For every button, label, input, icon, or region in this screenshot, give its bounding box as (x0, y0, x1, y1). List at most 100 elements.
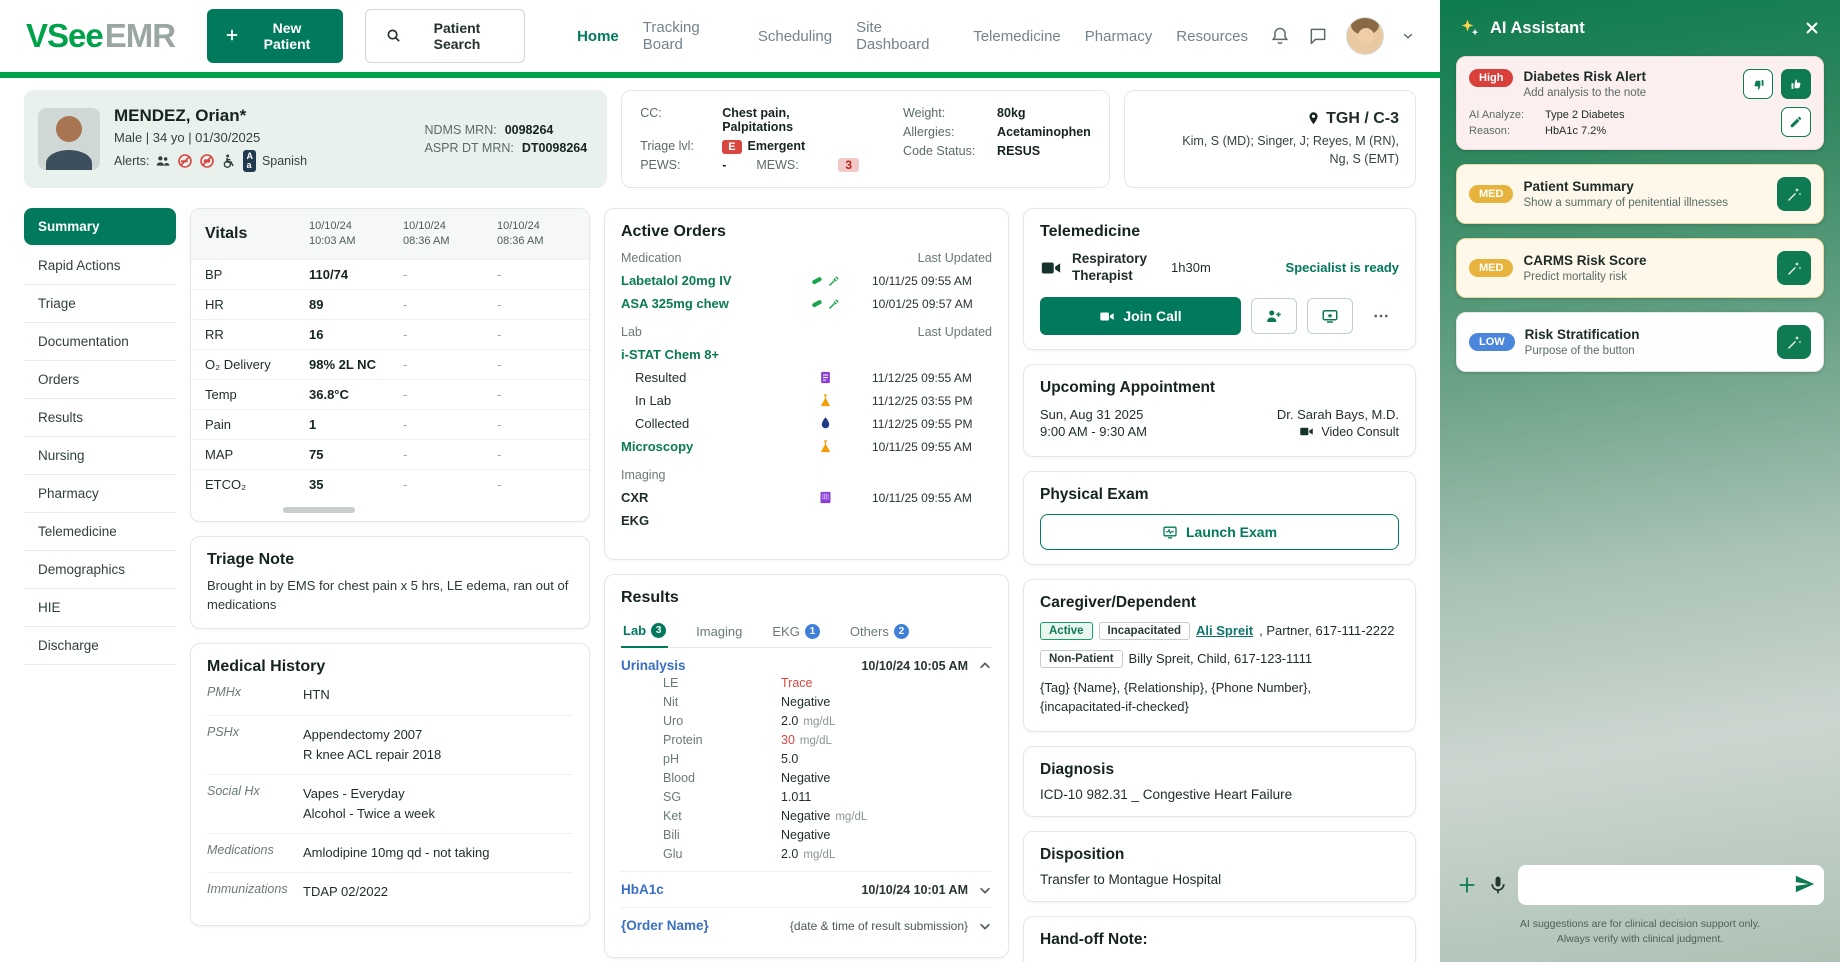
chevron-down-icon[interactable] (978, 883, 992, 897)
vitals-row-etco2: ETCO₂ 35- - (191, 468, 589, 499)
order-row-labetalol: Labetalol 20mg IV 10/11/25 09:55 AM (621, 273, 972, 288)
chevron-down-icon[interactable] (978, 919, 992, 933)
notifications-bell-icon[interactable] (1270, 26, 1290, 46)
triage-value: Emergent (747, 139, 806, 153)
appointment-provider: Dr. Sarah Bays, M.D. Video Consult (1277, 405, 1399, 442)
sidebar-item-results[interactable]: Results (24, 399, 176, 437)
sidebar-item-rapid-actions[interactable]: Rapid Actions (24, 247, 176, 285)
ai-panel-bottom: AI suggestions are for clinical decision… (1440, 855, 1840, 962)
order-link[interactable]: Labetalol 20mg IV (621, 273, 779, 288)
screen-share-button[interactable] (1307, 297, 1353, 334)
physical-exam-card: Physical Exam Launch Exam (1023, 470, 1416, 565)
order-row-cxr: CXR 10/11/25 09:55 AM (621, 490, 972, 505)
ai-chat-input[interactable] (1518, 864, 1824, 905)
history-row-pshx: PSHx Appendectomy 2007 R knee ACL repair … (207, 716, 573, 775)
order-link[interactable]: i-STAT Chem 8+ (621, 347, 779, 362)
appointment-time: 9:00 AM - 9:30 AM (1040, 423, 1147, 439)
sidebar-item-documentation[interactable]: Documentation (24, 323, 176, 361)
vitals-column-3: 10/10/24 08:36 AM (497, 220, 544, 247)
caregiver-row-2: Non-Patient Billy Spreit, Child, 617-123… (1040, 649, 1399, 668)
join-call-label: Join Call (1123, 307, 1182, 324)
telemedicine-title: Telemedicine (1040, 223, 1141, 240)
medication-icon (779, 296, 872, 311)
sidebar-item-nursing[interactable]: Nursing (24, 437, 176, 475)
sidebar-item-pharmacy[interactable]: Pharmacy (24, 475, 176, 513)
chat-icon[interactable] (1308, 26, 1328, 46)
add-attachment-button[interactable] (1456, 874, 1478, 896)
sidebar-item-triage[interactable]: Triage (24, 285, 176, 323)
sidebar-item-orders[interactable]: Orders (24, 361, 176, 399)
order-link[interactable]: Microscopy (621, 439, 779, 454)
vitals-row-o2: O₂ Delivery 98% 2L NC - - (191, 348, 589, 379)
user-avatar[interactable] (1346, 17, 1384, 55)
tab-ekg[interactable]: EKG 1 (770, 615, 821, 647)
nav-link-pharmacy[interactable]: Pharmacy (1085, 28, 1153, 45)
patient-identity-card: MENDEZ, Orian* Male | 34 yo | 01/30/2025… (24, 90, 608, 188)
result-link-hba1c[interactable]: HbA1c (621, 882, 664, 897)
caregiver-row-1: Active Incapacitated Ali Spreit , Partne… (1040, 621, 1399, 640)
sidebar-item-telemedicine[interactable]: Telemedicine (24, 513, 176, 551)
nav-link-resources[interactable]: Resources (1176, 28, 1248, 45)
thumbs-up-button[interactable] (1781, 69, 1811, 99)
send-icon[interactable] (1794, 873, 1816, 895)
aspr-mrn-value: DT0098264 (521, 141, 588, 155)
sidebar-item-hie[interactable]: HIE (24, 589, 176, 627)
nav-link-scheduling[interactable]: Scheduling (758, 28, 832, 45)
microphone-icon[interactable] (1488, 875, 1508, 895)
severity-badge-med: MED (1469, 185, 1514, 203)
vitals-row-rr: RR 16- - (191, 318, 589, 349)
nav-link-tracking-board[interactable]: Tracking Board (643, 19, 734, 53)
patient-demographics: Male | 34 yo | 01/30/2025 (114, 130, 261, 145)
active-orders-card: Active Orders Medication Last Updated Lab… (604, 208, 1009, 560)
result-link-placeholder[interactable]: {Order Name} (621, 918, 709, 933)
patient-alerts: Alerts: Aa Spanish (114, 150, 307, 172)
new-patient-button[interactable]: New Patient (207, 9, 344, 63)
thumbs-down-button[interactable] (1743, 69, 1773, 99)
order-link[interactable]: ASA 325mg chew (621, 296, 779, 311)
edit-pencil-button[interactable] (1781, 107, 1811, 137)
join-call-button[interactable]: Join Call (1040, 296, 1241, 335)
chevron-up-icon[interactable] (978, 659, 992, 673)
severity-badge-med: MED (1469, 259, 1514, 277)
more-options-button[interactable] (1363, 298, 1399, 334)
sidebar-item-demographics[interactable]: Demographics (24, 551, 176, 589)
order-name-placeholder-header[interactable]: {Order Name} {date & time of result subm… (621, 907, 992, 943)
launch-exam-button[interactable]: Launch Exam (1040, 513, 1399, 550)
ai-card-diabetes-risk: High Diabetes Risk Alert Add analysis to… (1456, 56, 1824, 150)
vitals-scrollbar[interactable] (283, 506, 355, 513)
result-document-icon (779, 370, 872, 385)
pews-label: PEWS: (640, 158, 681, 172)
magic-wand-button[interactable] (1777, 251, 1811, 285)
tab-imaging[interactable]: Imaging (694, 615, 744, 647)
lab-flask-icon (779, 439, 872, 454)
patient-photo (38, 108, 100, 170)
vitals-row-hr: HR 89- - (191, 288, 589, 319)
nav-link-telemedicine[interactable]: Telemedicine (973, 28, 1061, 45)
tab-lab[interactable]: Lab 3 (621, 615, 669, 648)
magic-wand-button[interactable] (1777, 177, 1811, 211)
sidebar-item-summary[interactable]: Summary (24, 208, 176, 245)
dependent-contact-details: Billy Spreit, Child, 617-123-1111 (1128, 651, 1313, 667)
hba1c-header[interactable]: HbA1c 10/10/24 10:01 AM (621, 871, 992, 907)
disposition-title: Disposition (1040, 845, 1125, 863)
disposition-text: Transfer to Montague Hospital (1040, 871, 1222, 887)
drug-allergy-icon (199, 153, 215, 169)
nav-link-site-dashboard[interactable]: Site Dashboard (856, 19, 949, 53)
diagnosis-card: Diagnosis ICD-10 982.31 _ Congestive Hea… (1023, 745, 1416, 817)
sidebar-item-discharge[interactable]: Discharge (24, 627, 176, 665)
result-link-urinalysis[interactable]: Urinalysis (621, 658, 686, 673)
appointment-type: Video Consult (1321, 424, 1399, 439)
nav-link-home[interactable]: Home (577, 28, 619, 45)
avatar-chevron-down-icon[interactable] (1402, 30, 1414, 42)
vitals-column-1: 10/10/24 10:03 AM (309, 220, 356, 247)
add-participant-button[interactable] (1251, 297, 1297, 334)
medication-icon (779, 273, 872, 288)
non-patient-badge: Non-Patient (1040, 649, 1123, 668)
tab-others[interactable]: Others 2 (848, 615, 911, 647)
right-column: Telemedicine Respiratory Therapist 1h30m… (1023, 208, 1416, 962)
close-icon[interactable] (1804, 20, 1820, 36)
urinalysis-header[interactable]: Urinalysis 10/10/24 10:05 AM (621, 658, 992, 673)
patient-search-button[interactable]: Patient Search (365, 9, 526, 63)
magic-wand-button[interactable] (1777, 325, 1811, 359)
caregiver-contact-link[interactable]: Ali Spreit (1196, 623, 1253, 638)
